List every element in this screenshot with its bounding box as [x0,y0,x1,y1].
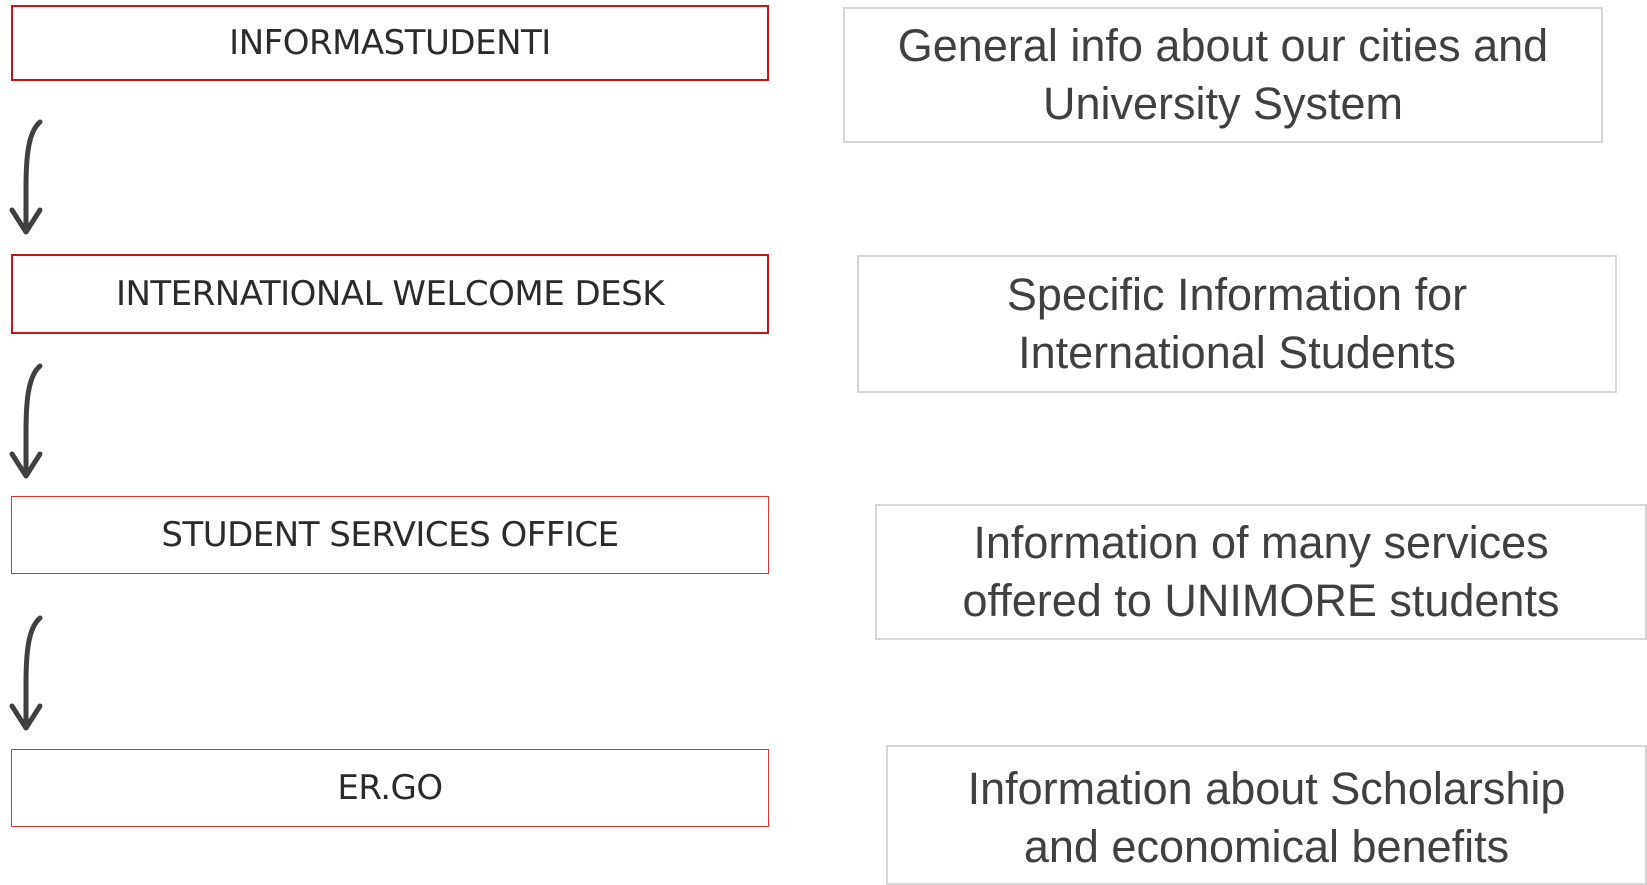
step-box-informastudenti: INFORMASTUDENTI [11,5,769,81]
down-arrow-icon [9,363,43,479]
info-text: Information of many services offered to … [962,517,1560,626]
info-text: Specific Information for International S… [1006,269,1468,378]
step-box-student-services-office: STUDENT SERVICES OFFICE [11,496,769,574]
step-label: INFORMASTUDENTI [229,23,551,63]
info-box-scholarship: Information about Scholarship and econom… [886,745,1647,885]
step-label: STUDENT SERVICES OFFICE [161,515,619,555]
info-box-general-info: General info about our cities and Univer… [843,7,1603,143]
step-label: ER.GO [337,768,443,808]
info-box-specific-information: Specific Information for International S… [857,255,1617,393]
info-text: Information about Scholarship and econom… [967,763,1566,872]
info-box-many-services: Information of many services offered to … [875,504,1647,640]
step-box-er-go: ER.GO [11,749,769,827]
down-arrow-icon [9,119,43,235]
info-text: General info about our cities and Univer… [897,20,1549,129]
step-label: INTERNATIONAL WELCOME DESK [115,274,665,314]
down-arrow-icon [9,615,43,731]
step-box-international-welcome-desk: INTERNATIONAL WELCOME DESK [11,254,769,334]
